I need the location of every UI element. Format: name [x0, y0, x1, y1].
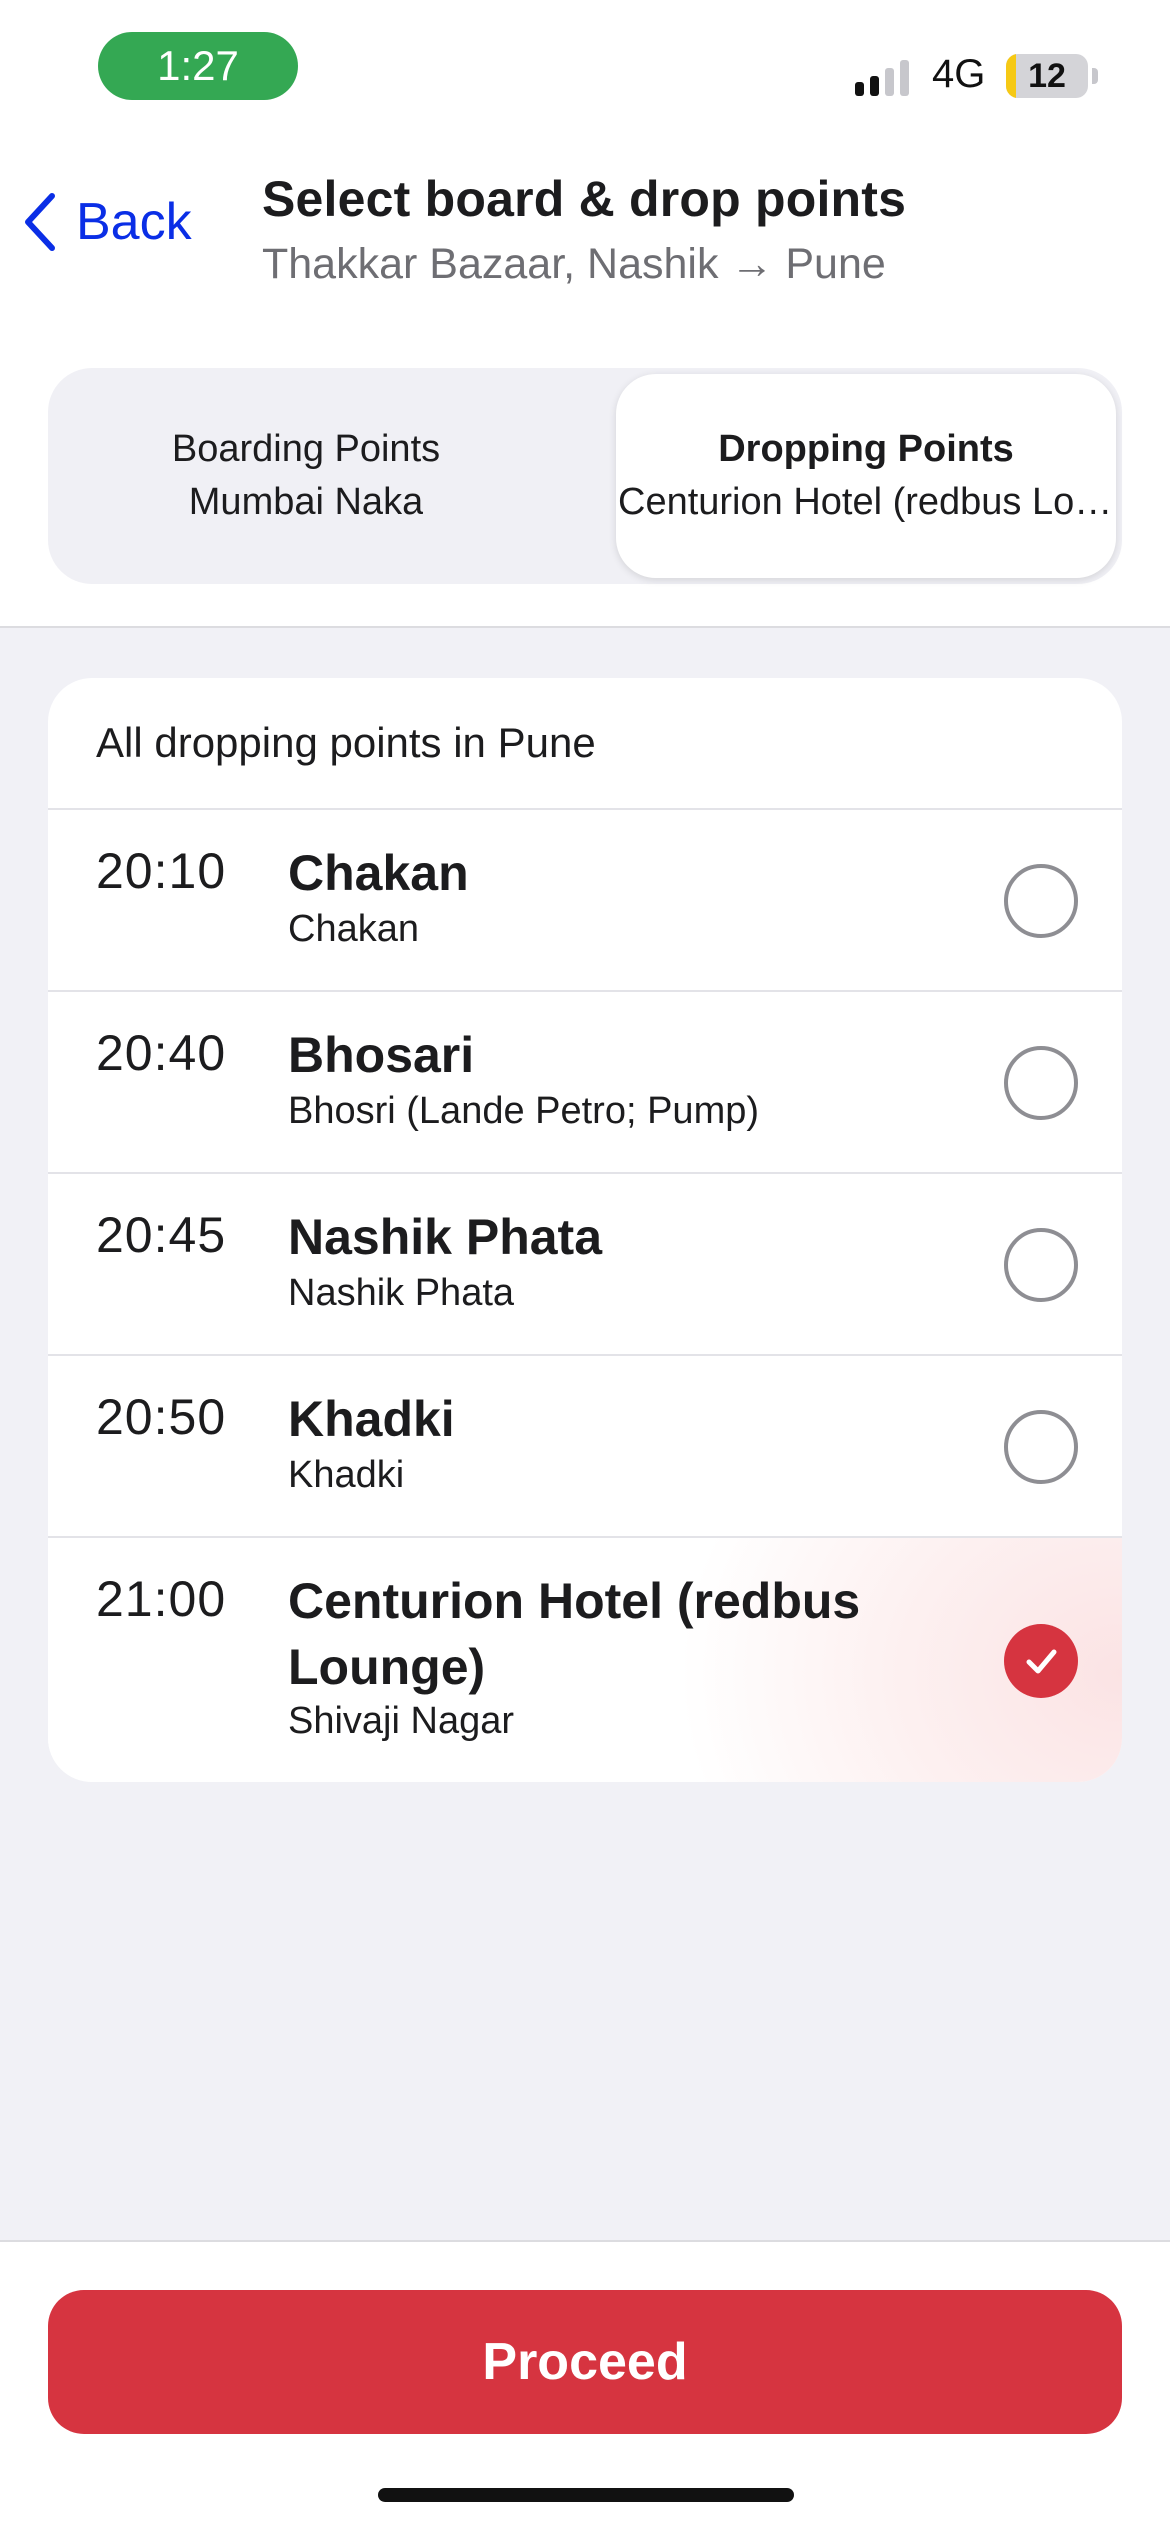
chevron-left-icon — [25, 193, 55, 251]
tab-dropping-points[interactable]: Dropping Points Centurion Hotel (redbus … — [616, 374, 1116, 578]
drop-point-location: Nashik Phata — [288, 1272, 515, 1314]
status-bar: 1:27 4G 12 — [0, 0, 1170, 140]
tab-selected-value: Centurion Hotel (redbus Lounge) — [618, 481, 1114, 523]
dropping-points-card: All dropping points in Pune 20:10 Chakan… — [48, 678, 1122, 1782]
drop-time: 20:10 — [96, 843, 227, 899]
list-header: All dropping points in Pune — [48, 678, 1122, 810]
drop-time: 20:40 — [96, 1025, 227, 1081]
tab-selected-value: Mumbai Naka — [188, 481, 424, 523]
tab-title: Boarding Points — [171, 428, 441, 470]
drop-point-name: Bhosari — [288, 1027, 475, 1083]
battery-icon: 12 — [1006, 54, 1088, 98]
drop-time: 20:50 — [96, 1389, 227, 1445]
drop-point-location: Bhosri (Lande Petro; Pump) — [288, 1090, 760, 1132]
back-button[interactable]: Back — [20, 190, 192, 254]
network-type: 4G — [932, 52, 986, 96]
battery-level: 12 — [1028, 56, 1066, 95]
status-time: 1:27 — [98, 32, 298, 100]
dropping-point-row[interactable]: 20:10 Chakan Chakan — [48, 810, 1122, 992]
radio-button-checked[interactable] — [1004, 1624, 1078, 1698]
drop-point-location: Shivaji Nagar — [288, 1700, 514, 1742]
battery-tip — [1092, 68, 1098, 84]
radio-button[interactable] — [1004, 1228, 1078, 1302]
radio-button[interactable] — [1004, 1410, 1078, 1484]
drop-point-location: Khadki — [288, 1454, 405, 1496]
divider — [0, 2240, 1170, 2242]
dropping-point-row-selected[interactable]: 21:00 Centurion Hotel (redbus Lounge) Sh… — [48, 1538, 1122, 1782]
proceed-button[interactable]: Proceed — [48, 2290, 1122, 2434]
drop-point-name: Centurion Hotel (redbus Lounge) — [288, 1573, 861, 1695]
drop-time: 21:00 — [96, 1571, 227, 1627]
route-subtitle: Thakkar Bazaar, Nashik → Pune — [262, 240, 886, 288]
radio-button[interactable] — [1004, 1046, 1078, 1120]
dropping-point-row[interactable]: 20:45 Nashik Phata Nashik Phata — [48, 1174, 1122, 1356]
tab-boarding-points[interactable]: Boarding Points Mumbai Naka — [56, 374, 556, 578]
drop-point-name: Khadki — [288, 1391, 455, 1447]
back-label: Back — [76, 193, 192, 251]
checkmark-icon — [1026, 1649, 1057, 1674]
dropping-point-row[interactable]: 20:40 Bhosari Bhosri (Lande Petro; Pump) — [48, 992, 1122, 1174]
home-indicator — [378, 2488, 794, 2502]
header: Back Select board & drop points Thakkar … — [0, 150, 1170, 310]
tab-title: Dropping Points — [718, 428, 1014, 470]
radio-button[interactable] — [1004, 864, 1078, 938]
drop-point-name: Nashik Phata — [288, 1209, 603, 1265]
points-segmented-control: Boarding Points Mumbai Naka Dropping Poi… — [48, 368, 1122, 584]
dropping-point-row[interactable]: 20:50 Khadki Khadki — [48, 1356, 1122, 1538]
drop-point-location: Chakan — [288, 908, 419, 950]
title-block: Select board & drop points Thakkar Bazaa… — [262, 170, 906, 289]
cellular-signal-icon — [855, 58, 909, 96]
drop-time: 20:45 — [96, 1207, 227, 1263]
drop-point-name: Chakan — [288, 845, 469, 901]
page-title: Select board & drop points — [262, 171, 907, 227]
